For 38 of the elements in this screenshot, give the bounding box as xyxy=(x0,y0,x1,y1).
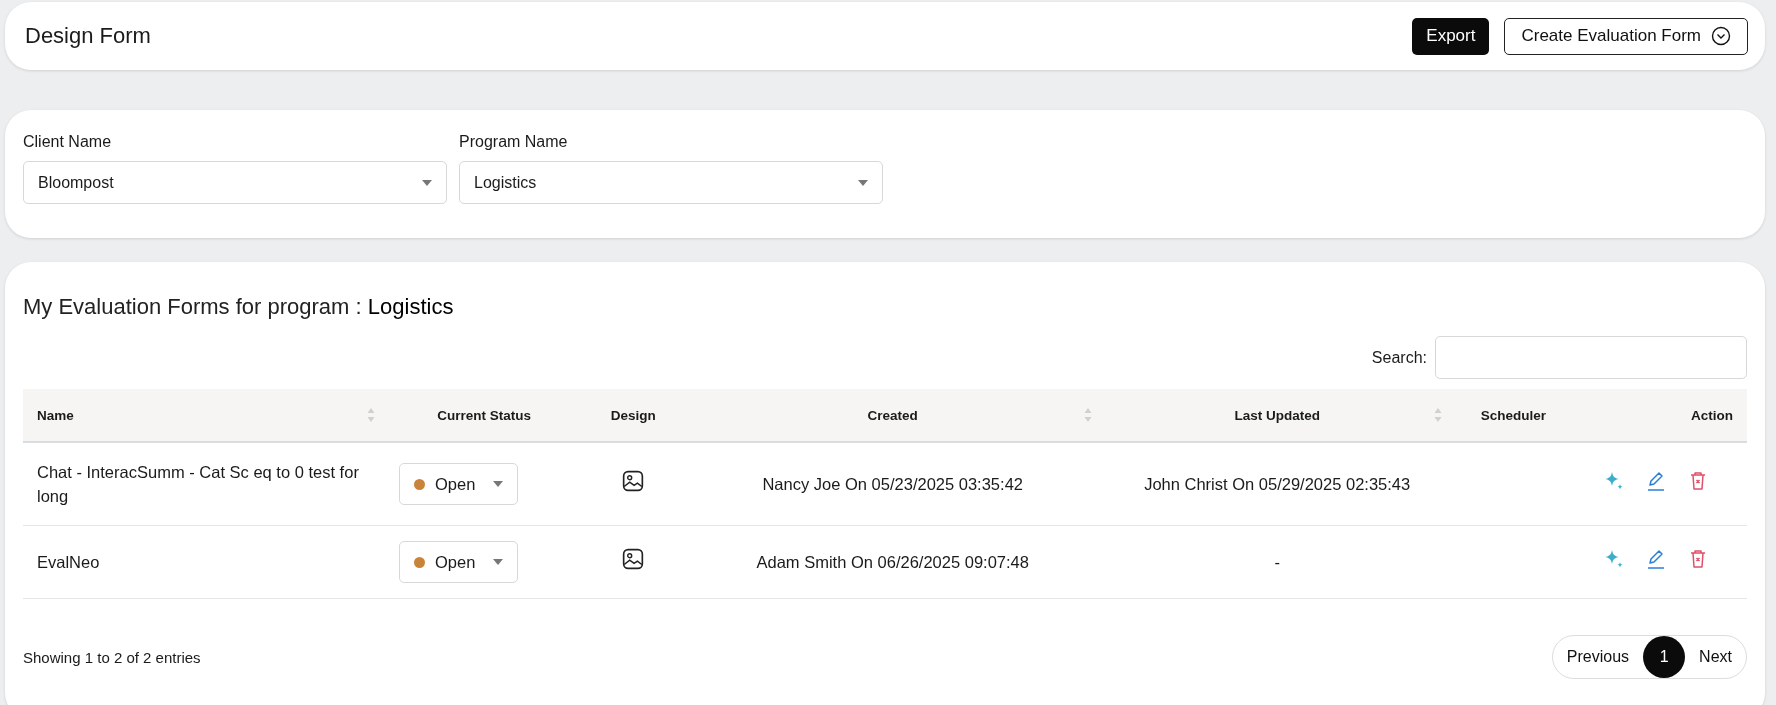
caret-icon xyxy=(493,559,504,565)
field-label: Client Name xyxy=(23,133,113,151)
column-header[interactable]: Action xyxy=(1574,389,1747,442)
entries-info: Showing 1 to 2 of 2 entries xyxy=(23,648,201,666)
column-header[interactable]: Scheduler xyxy=(1452,389,1575,442)
table-cell: EvalNeo xyxy=(37,553,100,571)
section-title: My Evaluation Forms for program : Logistics xyxy=(23,294,455,320)
pencil-icon[interactable] xyxy=(1645,548,1667,570)
column-header[interactable]: Current Status xyxy=(385,389,584,442)
column-header[interactable]: Last Updated xyxy=(1102,389,1453,442)
search-label: Search: xyxy=(1371,348,1427,367)
table-cell: - xyxy=(1274,553,1280,571)
status-dropdown[interactable]: Open xyxy=(399,463,519,505)
caret-icon xyxy=(493,481,504,487)
page-button[interactable]: Previous xyxy=(1552,636,1644,678)
column-header[interactable]: Design xyxy=(583,389,684,442)
column-header[interactable]: Name xyxy=(23,389,386,442)
caret-icon xyxy=(858,179,868,186)
select-field[interactable]: Logistics xyxy=(459,161,883,204)
select-field[interactable]: Bloompost xyxy=(23,161,447,204)
table-cell: Chat - InteracSumm - Cat Sc eq to 0 test for long xyxy=(37,463,359,505)
create-form-button[interactable]: Create Evaluation Form xyxy=(1504,17,1748,55)
page-button[interactable]: 1 xyxy=(1643,636,1686,678)
field-label: Program Name xyxy=(459,133,569,151)
image-icon[interactable] xyxy=(622,470,645,492)
search-field[interactable] xyxy=(1435,336,1747,379)
pencil-icon[interactable] xyxy=(1645,470,1667,492)
table-cell: Adam Smith On 06/26/2025 09:07:48 xyxy=(756,553,1029,571)
table-cell: John Christ On 05/29/2025 02:35:43 xyxy=(1144,475,1411,493)
page-title: Design Form xyxy=(25,23,151,49)
page-button[interactable]: Next xyxy=(1685,636,1746,678)
image-icon[interactable] xyxy=(622,548,645,570)
column-header[interactable]: Created xyxy=(683,389,1103,442)
table-cell: Nancy Joe On 05/23/2025 03:35:42 xyxy=(762,475,1023,493)
status-dropdown[interactable]: Open xyxy=(399,541,519,583)
export-button[interactable]: Export xyxy=(1412,17,1490,55)
caret-icon xyxy=(422,179,432,186)
chevron-down-icon xyxy=(1711,26,1731,46)
